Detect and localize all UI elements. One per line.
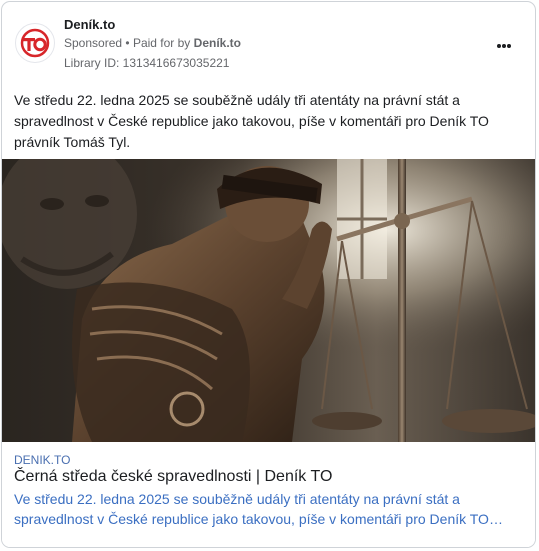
link-description: Ve středu 22. ledna 2025 se souběžně udá… [14,491,503,527]
post-text: Ve středu 22. ledna 2025 se souběžně udá… [14,92,489,150]
paid-for-by-name: Deník.to [193,36,241,50]
lady-justice-image [2,159,535,442]
link-title[interactable]: Černá středa české spravedlnosti | Deník… [14,468,332,486]
library-id: Library ID: 1313416673035221 [64,56,230,70]
ad-card: Deník.to Sponsored • Paid for by Deník.t… [1,1,536,548]
more-options-button[interactable] [497,35,515,48]
post-header: Deník.to Sponsored • Paid for by Deník.t… [2,2,535,82]
sponsored-line: Sponsored • Paid for by Deník.to [64,36,241,50]
ad-image[interactable] [2,159,535,442]
paid-for-by-label: Paid for by [132,36,191,50]
denik-to-logo-icon [20,28,50,58]
more-horizontal-icon [497,44,501,48]
link-preview[interactable]: DENIK.TO Černá středa české spravedlnost… [2,442,535,547]
sponsored-label: Sponsored [64,36,123,50]
page-avatar[interactable] [15,23,55,63]
link-domain: DENIK.TO [14,453,71,467]
page-name-link[interactable]: Deník.to [64,17,115,32]
separator-dot: • [125,36,133,50]
